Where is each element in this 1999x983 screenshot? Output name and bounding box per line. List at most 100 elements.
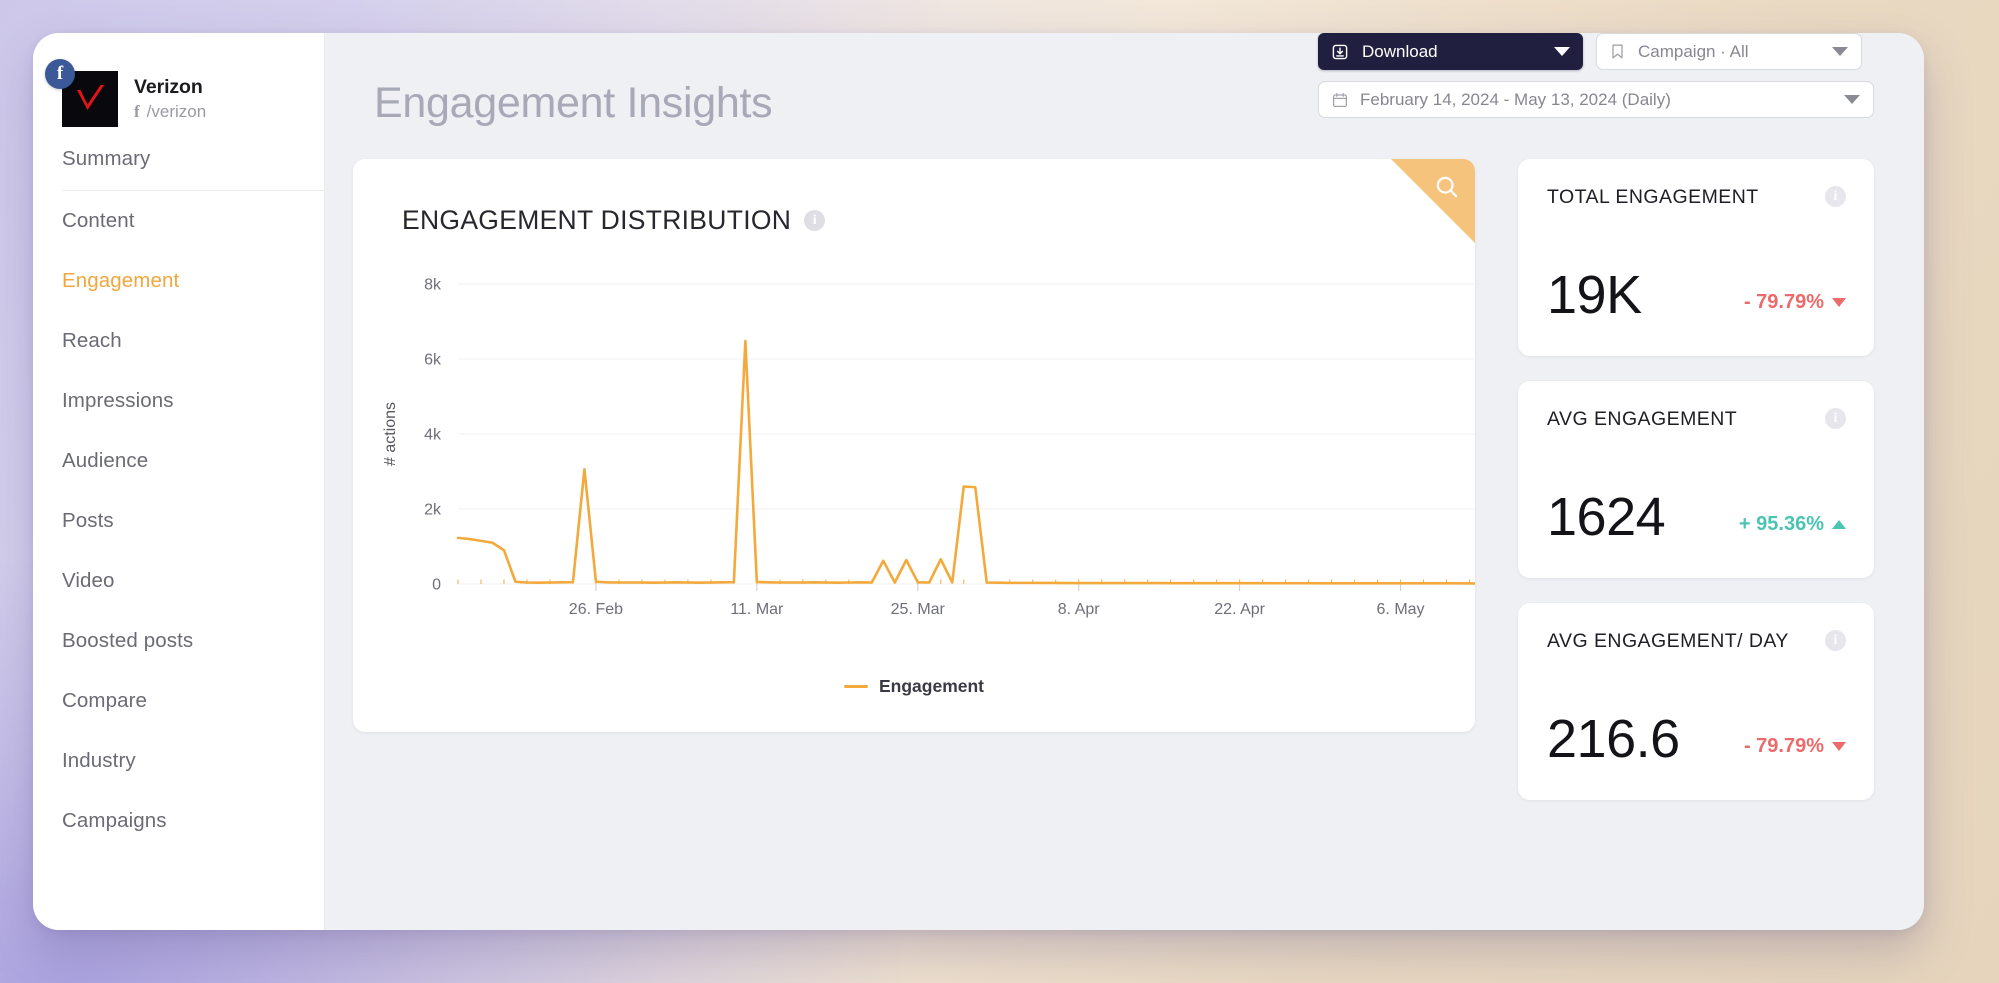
sidebar-item-label: Compare — [62, 689, 148, 712]
kpi-value: 19K — [1547, 265, 1642, 325]
sidebar-item-compare[interactable]: Compare — [33, 671, 324, 731]
sidebar-item-label: Audience — [62, 449, 149, 472]
y-axis-tick-label: 0 — [432, 577, 441, 594]
kpi-delta: + 95.36% — [1739, 513, 1846, 544]
download-button[interactable]: Download — [1318, 33, 1583, 70]
app-window: f Verizon f /verizon Summary Content Engag… — [33, 33, 1924, 930]
info-icon[interactable]: i — [1825, 408, 1846, 429]
sidebar-item-audience[interactable]: Audience — [33, 431, 324, 491]
sidebar-item-label: Reach — [62, 329, 122, 352]
y-axis-tick-label: 4k — [424, 427, 442, 444]
brand-name: Verizon — [134, 76, 203, 99]
x-axis-tick-label: 25. Mar — [891, 601, 946, 618]
chart-plot-area: 0 2k 4k 6k 8k # actions 26. Feb 11. Mar 25. Mar 8… — [353, 262, 1475, 662]
x-axis-tick-label: 6. May — [1377, 601, 1425, 618]
engagement-distribution-card: ENGAGEMENT DISTRIBUTION i 0 2k 4k 6k 8k # act… — [353, 159, 1475, 732]
header-controls: Download Campaign · All February 14, 202… — [1318, 33, 1874, 118]
download-icon — [1331, 43, 1349, 61]
date-range-select[interactable]: February 14, 2024 - May 13, 2024 (Daily) — [1318, 81, 1874, 118]
brand-handle-text: /verizon — [146, 101, 207, 121]
chart-title: ENGAGEMENT DISTRIBUTION — [402, 205, 792, 235]
main-content: Engagement Insights Download Campaign · … — [325, 33, 1924, 930]
arrow-down-icon — [1832, 298, 1846, 307]
sidebar: f Verizon f /verizon Summary Content Engag… — [33, 33, 325, 930]
kpi-label: AVG ENGAGEMENT — [1547, 408, 1738, 430]
kpi-value: 1624 — [1547, 487, 1666, 547]
avatar: f — [45, 59, 118, 127]
sidebar-item-label: Content — [62, 209, 135, 232]
sidebar-item-posts[interactable]: Posts — [33, 491, 324, 551]
sidebar-item-video[interactable]: Video — [33, 551, 324, 611]
legend-swatch-engagement — [843, 685, 868, 688]
brand-handle: f /verizon — [134, 102, 206, 122]
info-icon[interactable]: i — [804, 210, 826, 231]
sidebar-item-label: Summary — [62, 147, 151, 170]
kpi-delta-text: + 95.36% — [1738, 513, 1824, 535]
kpi-delta: - 79.79% — [1744, 291, 1846, 322]
chevron-down-icon — [1832, 47, 1848, 56]
x-axis-tick-label: 22. Apr — [1214, 601, 1265, 618]
chart-search-corner-button[interactable] — [1391, 159, 1475, 243]
calendar-icon — [1332, 92, 1349, 108]
sidebar-item-summary[interactable]: Summary — [33, 137, 324, 190]
x-axis-tick-label: 8. Apr — [1058, 601, 1100, 618]
kpi-value: 216.6 — [1547, 709, 1680, 769]
sidebar-nav: Summary Content Engagement Reach Impressions… — [33, 137, 324, 851]
chevron-down-icon — [1554, 47, 1570, 56]
search-icon — [1433, 173, 1461, 206]
info-icon[interactable]: i — [1825, 186, 1846, 207]
kpi-card-total-engagement: TOTAL ENGAGEMENT i 19K - 79.79% — [1518, 159, 1874, 356]
date-range-value: February 14, 2024 - May 13, 2024 (Daily) — [1360, 89, 1671, 109]
brand-header[interactable]: f Verizon f /verizon — [33, 33, 324, 137]
y-axis-tick-label: 8k — [424, 277, 442, 294]
kpi-label: TOTAL ENGAGEMENT — [1547, 186, 1759, 208]
kpi-card-avg-engagement: AVG ENGAGEMENT i 1624 + 95.36% — [1518, 381, 1874, 578]
kpi-delta-text: - 79.79% — [1743, 291, 1824, 313]
campaign-filter-select[interactable]: Campaign · All — [1596, 33, 1862, 70]
y-axis-title: # actions — [382, 402, 399, 466]
content-area: ENGAGEMENT DISTRIBUTION i 0 2k 4k 6k 8k # act… — [325, 159, 1924, 930]
facebook-f-icon: f — [134, 101, 140, 121]
sidebar-item-label: Engagement — [62, 269, 180, 292]
legend-label-engagement: Engagement — [878, 676, 985, 696]
sidebar-item-label: Industry — [62, 749, 136, 772]
series-line-engagement — [456, 339, 1475, 585]
sidebar-item-boosted-posts[interactable]: Boosted posts — [33, 611, 324, 671]
kpi-bottom-row: 1624 + 95.36% — [1547, 490, 1846, 544]
sidebar-item-reach[interactable]: Reach — [33, 311, 324, 371]
sidebar-item-industry[interactable]: Industry — [33, 731, 324, 791]
kpi-label: AVG ENGAGEMENT/ DAY — [1547, 630, 1789, 652]
arrow-up-icon — [1832, 520, 1846, 529]
kpi-bottom-row: 216.6 - 79.79% — [1547, 712, 1846, 766]
kpi-delta-text: - 79.79% — [1743, 735, 1824, 757]
sidebar-item-campaigns[interactable]: Campaigns — [33, 791, 324, 851]
sidebar-item-label: Video — [62, 569, 115, 592]
sidebar-item-label: Impressions — [62, 389, 174, 412]
sidebar-item-engagement[interactable]: Engagement — [33, 251, 324, 311]
sidebar-item-label: Posts — [62, 509, 114, 532]
y-axis-tick-label: 2k — [424, 502, 442, 519]
chevron-down-icon — [1844, 95, 1860, 104]
y-axis-tick-label: 6k — [424, 352, 442, 369]
kpi-delta: - 79.79% — [1744, 735, 1846, 766]
facebook-icon: f — [45, 59, 75, 89]
kpi-bottom-row: 19K - 79.79% — [1547, 268, 1846, 322]
sidebar-item-label: Boosted posts — [62, 629, 194, 652]
download-label: Download — [1362, 41, 1438, 61]
chart-header: ENGAGEMENT DISTRIBUTION i — [353, 159, 1475, 236]
info-icon[interactable]: i — [1825, 630, 1846, 651]
kpi-card-avg-engagement-day: AVG ENGAGEMENT/ DAY i 216.6 - 79.79% — [1518, 603, 1874, 800]
chart-legend: Engagement — [353, 676, 1475, 697]
campaign-filter-value: Campaign · All — [1638, 41, 1749, 61]
x-axis-tick-label: 11. Mar — [730, 601, 784, 618]
sidebar-item-content[interactable]: Content — [33, 191, 324, 251]
sidebar-item-label: Campaigns — [62, 809, 167, 832]
bookmark-icon — [1610, 43, 1627, 60]
kpi-column: TOTAL ENGAGEMENT i 19K - 79.79% AVG ENGAGEME… — [1518, 159, 1874, 930]
sidebar-item-impressions[interactable]: Impressions — [33, 371, 324, 431]
topbar: Engagement Insights Download Campaign · … — [325, 33, 1924, 159]
page-title: Engagement Insights — [374, 79, 773, 127]
engagement-line-chart: 0 2k 4k 6k 8k # actions 26. Feb 11. Mar 25. Mar 8… — [382, 277, 1475, 618]
arrow-down-icon — [1832, 742, 1846, 751]
x-axis-tick-label: 26. Feb — [569, 601, 623, 618]
